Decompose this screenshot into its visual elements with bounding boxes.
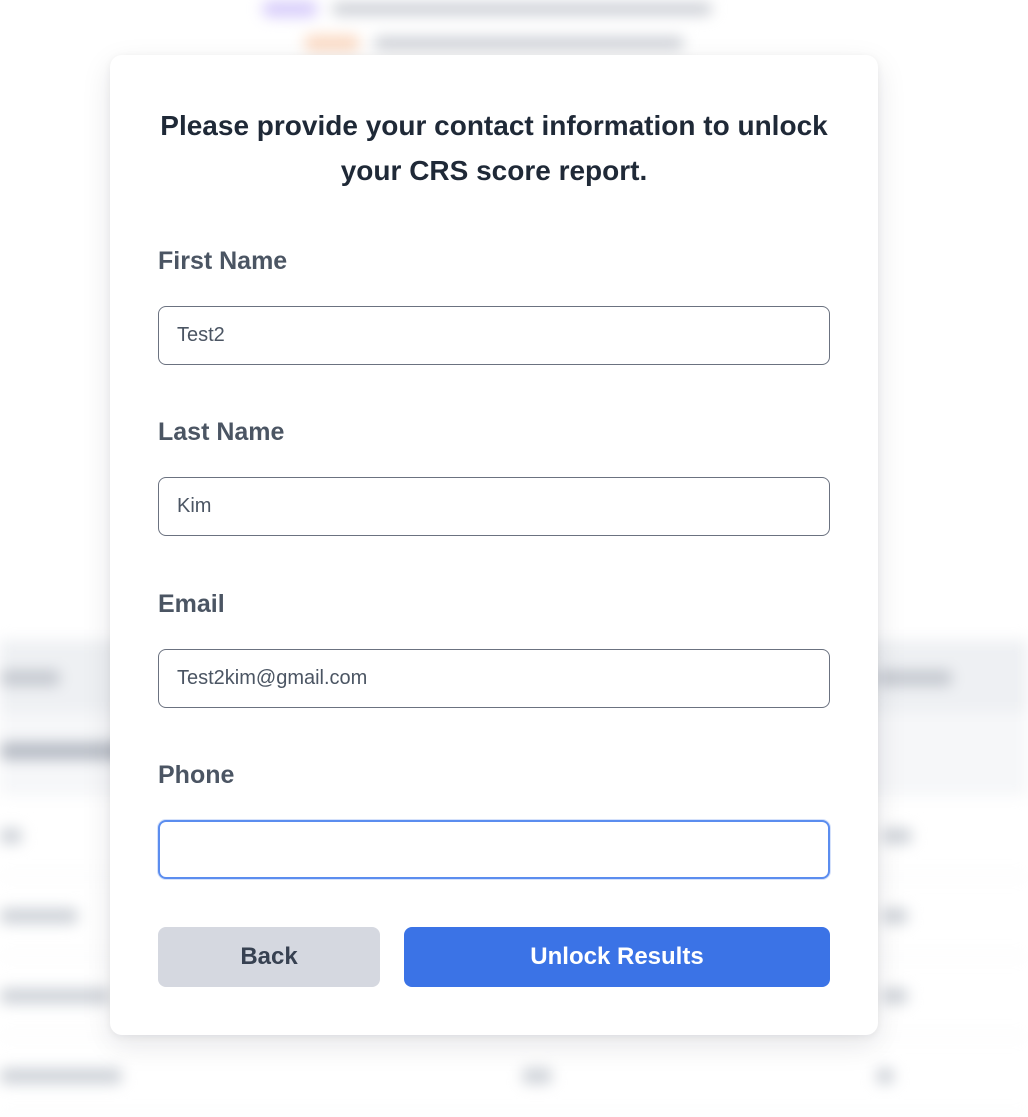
phone-input[interactable] bbox=[158, 820, 830, 879]
last-name-input[interactable] bbox=[158, 477, 830, 536]
table-cell bbox=[0, 908, 78, 924]
first-name-input[interactable] bbox=[158, 306, 830, 365]
phone-field-group: Phone bbox=[158, 760, 830, 879]
table-cell bbox=[882, 988, 908, 1004]
first-name-label: First Name bbox=[158, 247, 288, 275]
email-field-group: Email bbox=[158, 589, 830, 708]
background-legend-item bbox=[262, 0, 712, 18]
table-cell bbox=[876, 1068, 894, 1084]
legend-swatch bbox=[262, 1, 318, 17]
legend-swatch bbox=[304, 35, 360, 51]
unlock-results-button[interactable]: Unlock Results bbox=[404, 927, 830, 987]
modal-title: Please provide your contact information … bbox=[160, 110, 828, 186]
table-header-cell bbox=[876, 670, 952, 686]
table-header-cell bbox=[0, 670, 60, 686]
legend-text-placeholder bbox=[332, 3, 712, 15]
legend-text-placeholder bbox=[374, 37, 684, 49]
last-name-field-group: Last Name bbox=[158, 417, 830, 536]
table-cell bbox=[0, 828, 22, 844]
contact-info-modal: Please provide your contact information … bbox=[110, 55, 878, 1035]
table-cell bbox=[522, 1068, 552, 1084]
email-label: Email bbox=[158, 590, 225, 618]
phone-label: Phone bbox=[158, 761, 235, 789]
email-input[interactable] bbox=[158, 649, 830, 708]
background-legend-item bbox=[304, 34, 684, 52]
back-button[interactable]: Back bbox=[158, 927, 380, 987]
last-name-label: Last Name bbox=[158, 418, 285, 446]
table-cell bbox=[0, 988, 110, 1004]
table-cell bbox=[882, 828, 912, 844]
first-name-field-group: First Name bbox=[158, 246, 830, 365]
background-table-row bbox=[0, 1036, 1028, 1117]
table-cell bbox=[0, 1068, 122, 1084]
table-cell bbox=[882, 908, 908, 924]
